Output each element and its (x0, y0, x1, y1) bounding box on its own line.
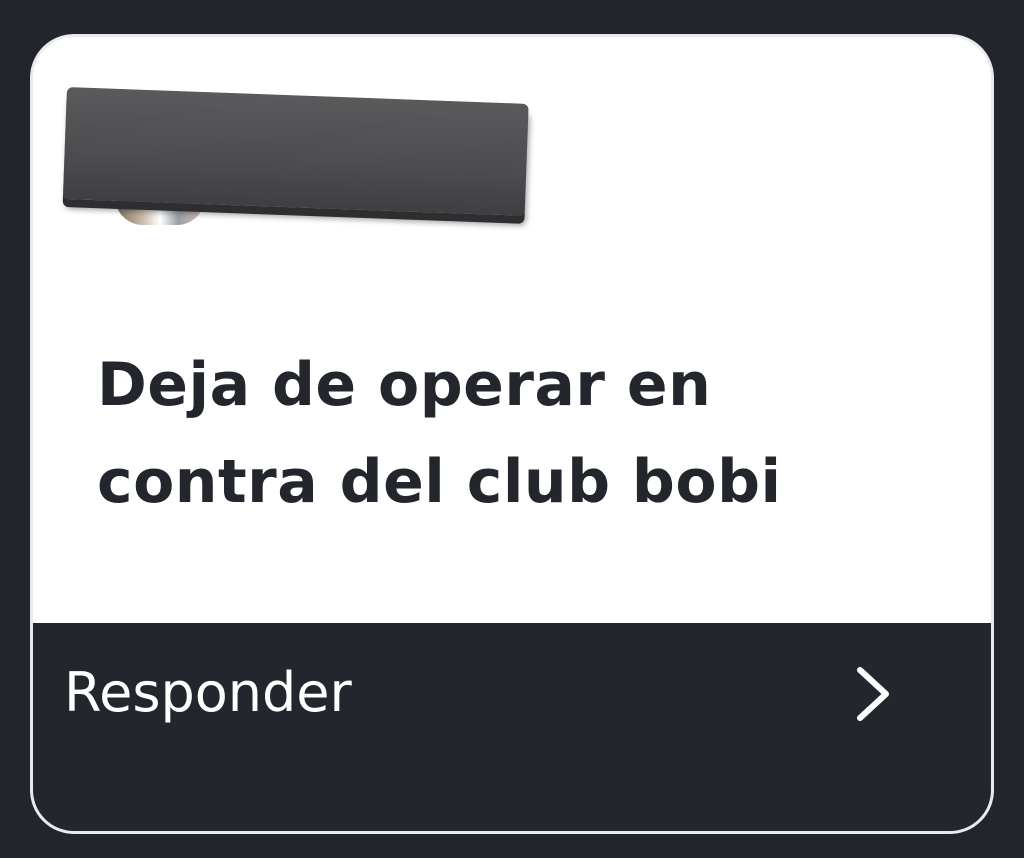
post-title: Deja de operar en contra del club bobi (97, 350, 782, 517)
card-content: Deja de operar en contra del club bobi (33, 37, 991, 623)
reply-label: Responder (64, 661, 352, 724)
reply-button[interactable] (33, 623, 991, 831)
redacted-author (62, 87, 537, 237)
chevron-right-icon (852, 666, 892, 722)
redaction-bar (62, 87, 529, 216)
